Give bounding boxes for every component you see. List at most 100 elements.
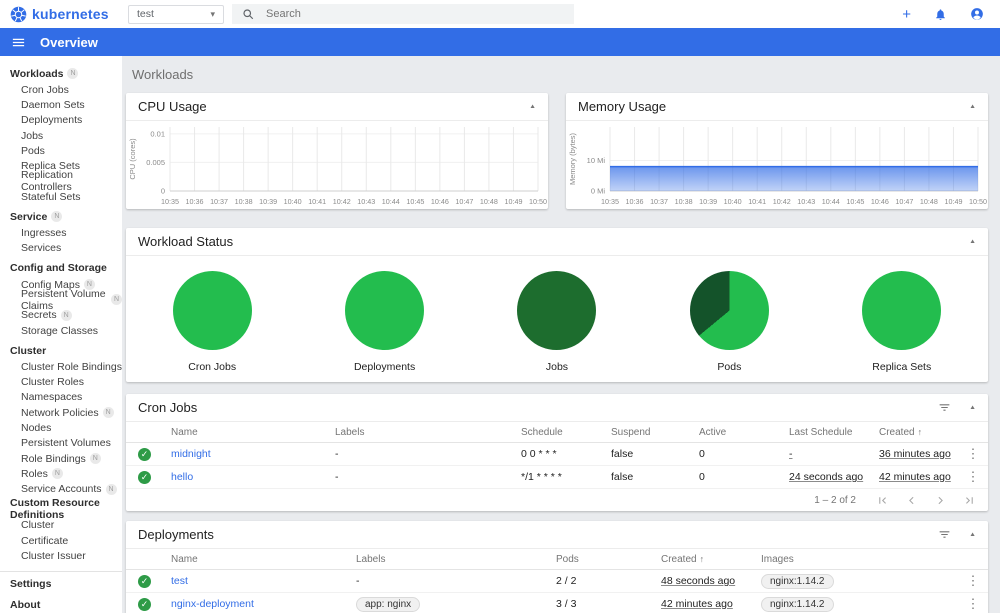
cell-labels: - — [356, 575, 360, 587]
row-menu-button[interactable]: ⋮ — [967, 573, 980, 589]
column-header-labels[interactable]: Labels — [356, 554, 556, 565]
cell-active: 0 — [699, 471, 705, 483]
search-input[interactable] — [266, 8, 564, 20]
cell-name: test — [171, 575, 356, 587]
column-header-name[interactable]: Name — [171, 554, 356, 565]
kubernetes-logo[interactable]: kubernetes — [10, 6, 120, 23]
column-label: Suspend — [611, 426, 651, 438]
pagination-range-label: 1 – 2 of 2 — [814, 494, 856, 506]
sidebar-item-about[interactable]: About — [0, 597, 122, 613]
column-header-schedule[interactable]: Schedule — [521, 427, 611, 438]
sidebar-item-cluster-issuer[interactable]: Cluster Issuer — [0, 548, 122, 563]
sidebar-item-cluster-role-bindings[interactable]: Cluster Role Bindings — [0, 359, 122, 374]
hamburger-menu-icon[interactable] — [11, 35, 26, 50]
collapse-caret-icon[interactable]: ▲ — [529, 104, 536, 110]
user-account-icon[interactable] — [970, 7, 984, 21]
column-label: Name — [171, 426, 198, 438]
search-bar[interactable] — [232, 4, 574, 24]
chevron-right-icon[interactable] — [934, 494, 947, 507]
sidebar-item-service-accounts[interactable]: Service Accounts N — [0, 482, 122, 497]
column-label: Last Schedule — [789, 426, 853, 438]
item-label: Cluster Issuer — [21, 550, 86, 563]
sidebar-item-role-bindings[interactable]: Role Bindings N — [0, 451, 122, 466]
column-header-created[interactable]: Created ↑ — [661, 554, 761, 565]
row-menu-button[interactable]: ⋮ — [967, 446, 980, 462]
resource-name-link[interactable]: nginx-deployment — [171, 598, 254, 610]
collapse-caret-icon[interactable]: ▲ — [969, 239, 976, 245]
resource-name-link[interactable]: midnight — [171, 448, 211, 460]
item-label: Daemon Sets — [21, 98, 85, 111]
cell-menu: ⋮ — [958, 446, 988, 462]
row-menu-button[interactable]: ⋮ — [967, 469, 980, 485]
sidebar-item-deployments[interactable]: Deployments — [0, 113, 122, 128]
column-label: Images — [761, 553, 794, 565]
svg-text:10:47: 10:47 — [895, 197, 913, 206]
sidebar-item-services[interactable]: Services — [0, 241, 122, 256]
filter-icon[interactable] — [938, 528, 951, 541]
sidebar-section-service[interactable]: Service N — [0, 208, 122, 225]
sidebar-section-cluster[interactable]: Cluster — [0, 342, 122, 359]
collapse-caret-icon[interactable]: ▲ — [969, 532, 976, 538]
sidebar-item-namespaces[interactable]: Namespaces — [0, 390, 122, 405]
column-header-images[interactable]: Images — [761, 554, 958, 565]
sidebar-item-storage-classes[interactable]: Storage Classes — [0, 323, 122, 338]
sidebar-item-ingresses[interactable]: Ingresses — [0, 225, 122, 240]
sidebar-item-pods[interactable]: Pods — [0, 143, 122, 158]
chevron-down-icon: ▾ — [210, 8, 215, 19]
column-header-pods[interactable]: Pods — [556, 554, 661, 565]
collapse-caret-icon[interactable]: ▲ — [969, 405, 976, 411]
sidebar-item-settings[interactable]: Settings — [0, 576, 122, 593]
sidebar-item-persistent-volumes[interactable]: Persistent Volumes — [0, 436, 122, 451]
last-page-icon[interactable] — [963, 494, 976, 507]
filter-icon[interactable] — [938, 401, 951, 414]
column-header-active[interactable]: Active — [699, 427, 789, 438]
column-label: Active — [699, 426, 727, 438]
item-label: Settings — [10, 578, 52, 591]
table-body: ✓ midnight - 0 0 * * * false 0 - 36 minutes ago… — [126, 443, 988, 489]
sidebar-item-replication-controllers[interactable]: Replication Controllers — [0, 169, 122, 193]
row-menu-button[interactable]: ⋮ — [967, 596, 980, 612]
sidebar-section-workloads[interactable]: Workloads N — [0, 65, 122, 82]
chevron-left-icon[interactable] — [905, 494, 918, 507]
page-title: Workloads — [132, 67, 194, 82]
sidebar-item-certificate[interactable]: Certificate — [0, 533, 122, 548]
svg-text:10:36: 10:36 — [186, 197, 204, 206]
column-header-last-schedule[interactable]: Last Schedule — [789, 427, 879, 438]
column-header-labels[interactable]: Labels — [335, 427, 521, 438]
sidebar-section-custom-resource-definitions[interactable]: Custom Resource Definitions — [0, 497, 122, 521]
resource-name-link[interactable]: test — [171, 575, 188, 587]
sidebar-section-config-and-storage[interactable]: Config and Storage — [0, 260, 122, 277]
sidebar-item-cron-jobs[interactable]: Cron Jobs — [0, 82, 122, 97]
new-badge: N — [67, 68, 79, 79]
column-label: Name — [171, 553, 198, 565]
column-header-name[interactable]: Name — [171, 427, 335, 438]
new-badge: N — [51, 211, 63, 223]
sidebar-item-roles[interactable]: Roles N — [0, 466, 122, 481]
item-label: Secrets — [21, 309, 57, 322]
column-header-created[interactable]: Created ↑ — [879, 427, 958, 438]
sidebar-item-nodes[interactable]: Nodes — [0, 420, 122, 435]
table-header-row: Name Labels Pods Created ↑ Images — [126, 549, 988, 570]
card-title: Cron Jobs — [138, 400, 198, 415]
first-page-icon[interactable] — [876, 494, 889, 507]
svg-text:10:38: 10:38 — [675, 197, 693, 206]
resource-name-link[interactable]: hello — [171, 471, 193, 483]
sidebar-item-jobs[interactable]: Jobs — [0, 128, 122, 143]
cell-pods: 2 / 2 — [556, 575, 577, 587]
timestamp-value: 24 seconds ago — [789, 471, 864, 483]
cell-last_schedule: - — [789, 448, 879, 460]
collapse-caret-icon[interactable]: ▲ — [969, 104, 976, 110]
cell-pods: 3 / 3 — [556, 598, 577, 610]
create-resource-button[interactable]: + — [902, 7, 911, 22]
sidebar-item-network-policies[interactable]: Network Policies N — [0, 405, 122, 420]
timestamp-value: - — [789, 448, 793, 460]
notifications-bell-icon[interactable] — [934, 8, 947, 21]
svg-text:10:37: 10:37 — [650, 197, 668, 206]
sidebar-item-persistent-volume-claims[interactable]: Persistent Volume Claims N — [0, 288, 122, 312]
svg-text:Memory (bytes): Memory (bytes) — [568, 132, 577, 185]
sidebar-item-cluster-roles[interactable]: Cluster Roles — [0, 374, 122, 389]
namespace-select[interactable]: test ▾ — [128, 4, 224, 24]
sidebar-item-daemon-sets[interactable]: Daemon Sets — [0, 97, 122, 112]
item-label: About — [10, 599, 41, 612]
column-header-suspend[interactable]: Suspend — [611, 427, 699, 438]
